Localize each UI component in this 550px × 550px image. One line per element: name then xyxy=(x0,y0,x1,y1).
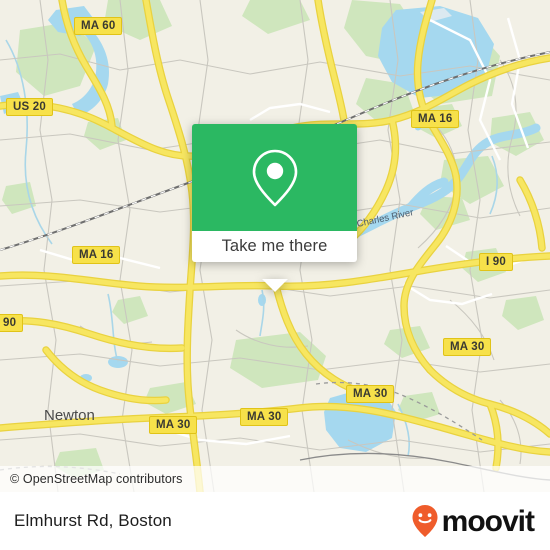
moovit-pin-smiley-icon xyxy=(412,505,438,537)
popup-tail-pointer xyxy=(262,279,288,292)
moovit-brand-logo[interactable]: moovit xyxy=(411,504,535,538)
moovit-wordmark: moovit xyxy=(441,505,535,538)
popup-action-label: Take me there xyxy=(221,237,328,255)
location-name-label: Elmhurst Rd, Boston xyxy=(14,511,172,530)
take-me-there-popup[interactable]: Take me there xyxy=(192,124,357,292)
osm-attribution-text: © OpenStreetMap contributors xyxy=(10,472,183,486)
road-shield-ma-30-mideast: MA 30 xyxy=(346,385,395,403)
city-label-newton: Newton xyxy=(44,407,95,424)
map-attribution-bar: © OpenStreetMap contributors xyxy=(0,466,550,492)
road-shield-ma-30-east: MA 30 xyxy=(443,338,492,356)
road-shield-ma-16-east: MA 16 xyxy=(411,110,460,128)
map-screenshot-root: MA 60 US 20 MA 16 MA 16 I 90 90 MA 30 MA… xyxy=(0,0,550,550)
road-shield-ma-16-west: MA 16 xyxy=(72,246,121,264)
popup-action-button[interactable]: Take me there xyxy=(192,231,357,262)
road-shield-ma-30-mid: MA 30 xyxy=(240,408,289,426)
road-shield-i-90: I 90 xyxy=(479,253,513,271)
map-pin-icon xyxy=(252,149,297,206)
popup-icon-panel xyxy=(192,124,357,231)
bottom-info-bar: Elmhurst Rd, Boston moovit xyxy=(0,492,550,550)
road-shield-90-edge: 90 xyxy=(0,314,24,332)
map-canvas[interactable]: MA 60 US 20 MA 16 MA 16 I 90 90 MA 30 MA… xyxy=(0,0,550,492)
road-shield-ma-60: MA 60 xyxy=(74,17,123,35)
road-shield-us-20: US 20 xyxy=(6,98,53,116)
road-shield-ma-30-west: MA 30 xyxy=(149,416,198,434)
